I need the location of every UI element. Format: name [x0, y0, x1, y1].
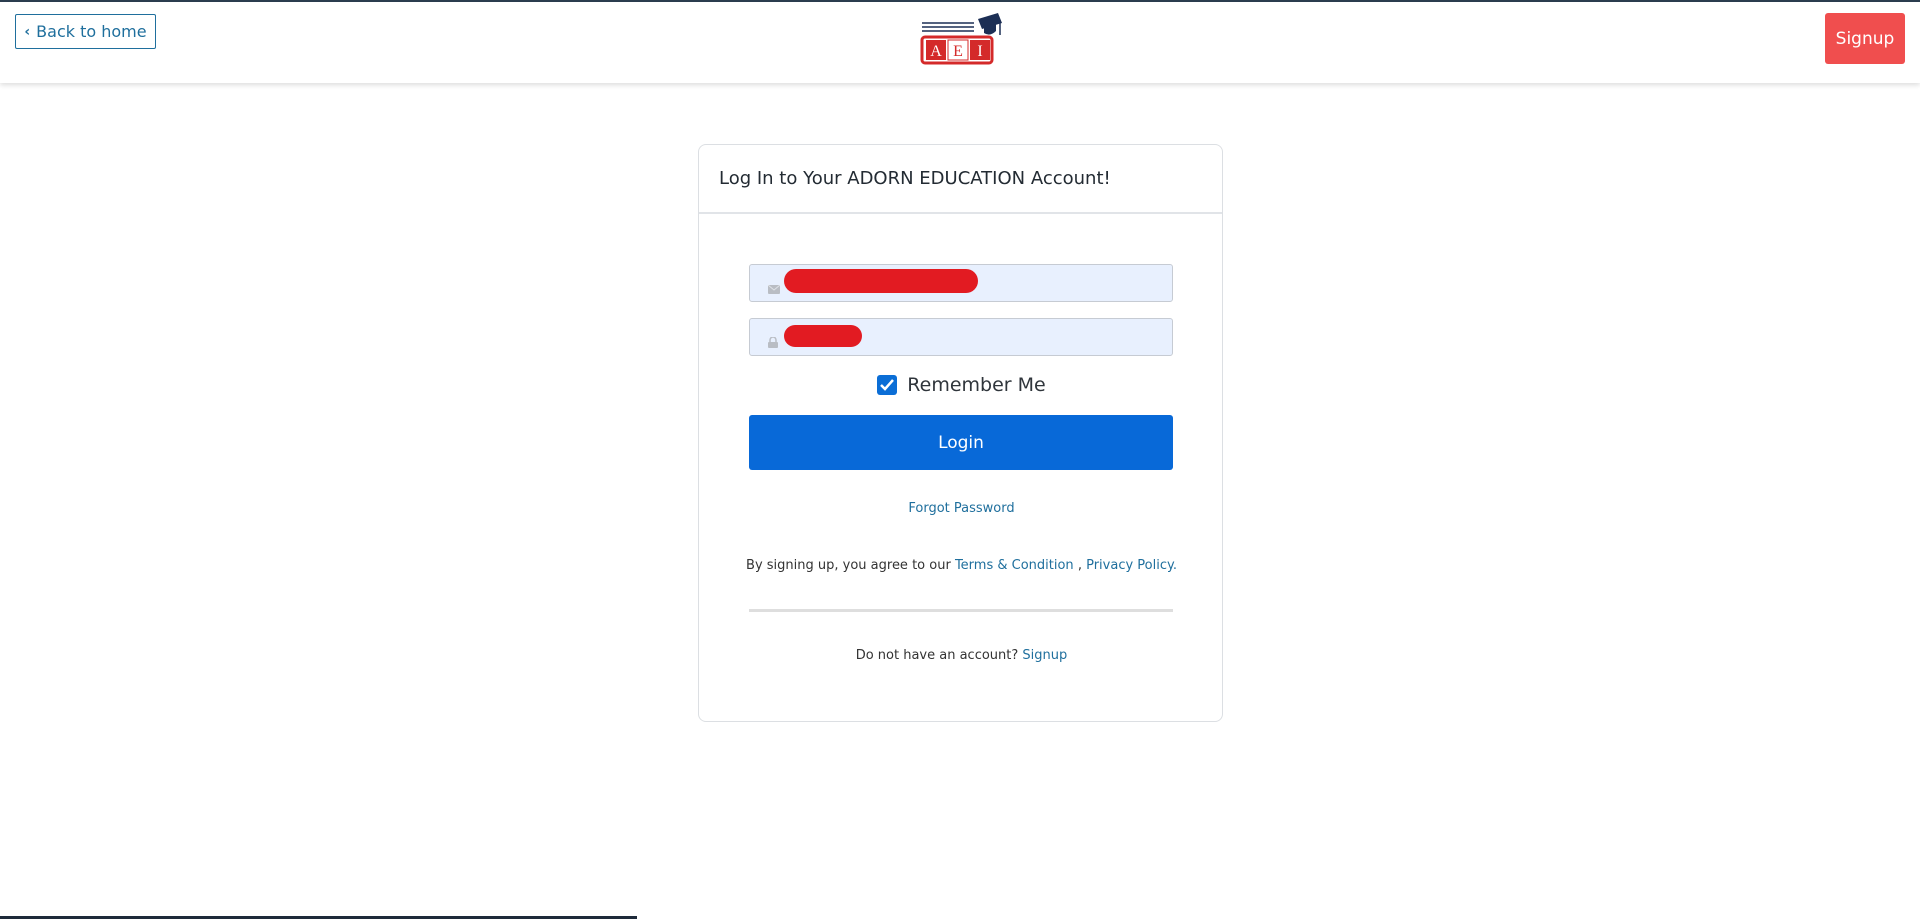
terms-separator: ,: [1077, 558, 1082, 573]
aei-logo[interactable]: A E I: [920, 11, 1002, 67]
email-field[interactable]: [749, 264, 1173, 303]
site-header: ‹ Back to home A E I Signup: [0, 2, 1920, 83]
no-account-line: Do not have an account? Signup: [699, 648, 1224, 663]
envelope-icon: [767, 279, 781, 298]
checkmark-icon: [880, 379, 895, 391]
privacy-policy-link[interactable]: Privacy Policy.: [1086, 558, 1177, 573]
password-redaction: [784, 325, 862, 347]
logo-letter-a: A: [930, 43, 942, 60]
signup-button[interactable]: Signup: [1825, 13, 1905, 64]
login-card-header: Log In to Your ADORN EDUCATION Account!: [699, 145, 1222, 214]
no-account-text: Do not have an account?: [855, 648, 1019, 663]
back-to-home-button[interactable]: ‹ Back to home: [15, 14, 156, 49]
terms-prefix: By signing up, you agree to our: [746, 558, 951, 573]
remember-me-checkbox[interactable]: [877, 375, 898, 395]
chevron-left-icon: ‹: [24, 23, 31, 40]
logo-letter-e: E: [953, 43, 963, 60]
login-button[interactable]: Login: [749, 415, 1173, 470]
email-redaction: [784, 269, 978, 293]
lock-icon: [768, 333, 778, 352]
remember-me-label: Remember Me: [907, 374, 1046, 396]
logo-letter-i: I: [977, 43, 982, 60]
remember-me-row: Remember Me: [699, 373, 1224, 397]
terms-line: By signing up, you agree to our Terms & …: [699, 558, 1224, 573]
terms-link[interactable]: Terms & Condition: [955, 558, 1074, 573]
login-card: Log In to Your ADORN EDUCATION Account! …: [698, 144, 1223, 722]
card-divider: [749, 609, 1173, 612]
back-to-home-label: Back to home: [36, 22, 147, 41]
password-field[interactable]: [749, 318, 1173, 357]
signup-link[interactable]: Signup: [1022, 648, 1067, 663]
login-title: Log In to Your ADORN EDUCATION Account!: [719, 168, 1111, 189]
forgot-password-link[interactable]: Forgot Password: [699, 501, 1224, 516]
